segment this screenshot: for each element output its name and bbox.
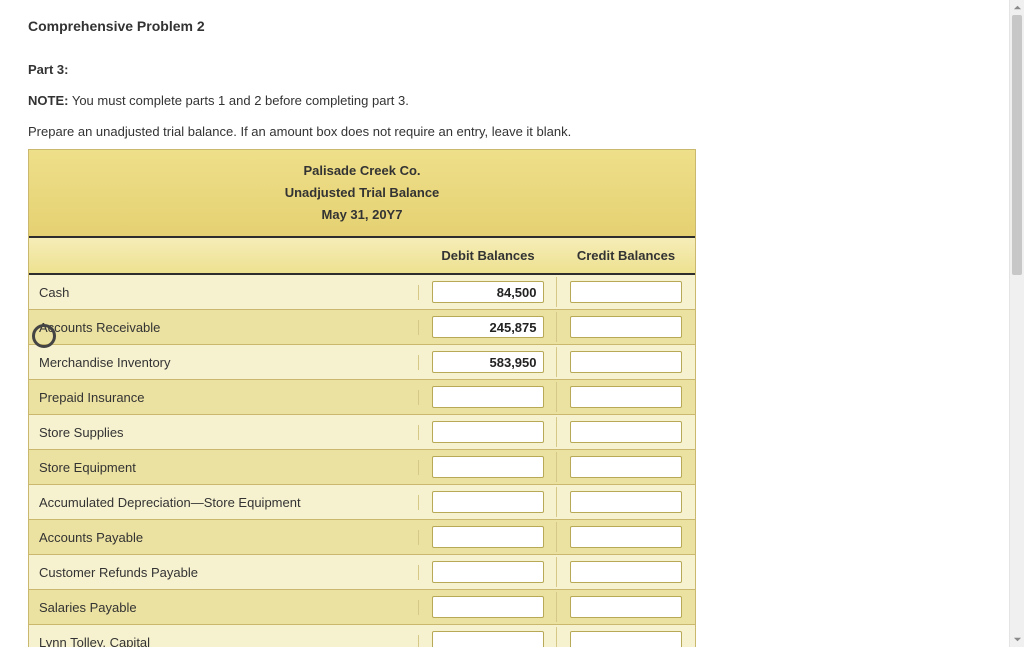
- debit-cell: [419, 417, 557, 447]
- table-row: Customer Refunds Payable: [29, 555, 695, 590]
- table-row: Store Equipment: [29, 450, 695, 485]
- account-column-spacer: [29, 238, 419, 273]
- company-name: Palisade Creek Co.: [29, 160, 695, 182]
- debit-cell: [419, 522, 557, 552]
- credit-input[interactable]: [570, 596, 682, 618]
- scroll-up-icon[interactable]: [1010, 0, 1024, 15]
- credit-cell: [557, 277, 695, 307]
- debit-input[interactable]: [432, 421, 544, 443]
- note-prefix: NOTE:: [28, 93, 68, 108]
- credit-input[interactable]: [570, 631, 682, 647]
- table-row: Accounts Receivable: [29, 310, 695, 345]
- debit-cell: [419, 277, 557, 307]
- account-label: Accumulated Depreciation—Store Equipment: [29, 495, 419, 510]
- debit-input[interactable]: [432, 526, 544, 548]
- debit-cell: [419, 627, 557, 647]
- account-label: Merchandise Inventory: [29, 355, 419, 370]
- page-title: Comprehensive Problem 2: [28, 18, 989, 34]
- credit-cell: [557, 382, 695, 412]
- table-row: Merchandise Inventory: [29, 345, 695, 380]
- credit-cell: [557, 522, 695, 552]
- vertical-scrollbar[interactable]: [1009, 0, 1024, 647]
- credit-column-header: Credit Balances: [557, 238, 695, 273]
- account-label: Accounts Payable: [29, 530, 419, 545]
- debit-cell: [419, 592, 557, 622]
- debit-input[interactable]: [432, 281, 544, 303]
- table-row: Prepaid Insurance: [29, 380, 695, 415]
- debit-cell: [419, 452, 557, 482]
- credit-input[interactable]: [570, 491, 682, 513]
- credit-cell: [557, 347, 695, 377]
- table-row: Lynn Tolley, Capital: [29, 625, 695, 647]
- account-label: Customer Refunds Payable: [29, 565, 419, 580]
- table-row: Cash: [29, 275, 695, 310]
- account-label: Store Equipment: [29, 460, 419, 475]
- debit-cell: [419, 487, 557, 517]
- debit-column-header: Debit Balances: [419, 238, 557, 273]
- table-row: Accounts Payable: [29, 520, 695, 555]
- debit-input[interactable]: [432, 456, 544, 478]
- credit-input[interactable]: [570, 316, 682, 338]
- report-date: May 31, 20Y7: [29, 204, 695, 226]
- table-header: Palisade Creek Co. Unadjusted Trial Bala…: [29, 150, 695, 238]
- debit-input[interactable]: [432, 561, 544, 583]
- credit-input[interactable]: [570, 421, 682, 443]
- account-label: Cash: [29, 285, 419, 300]
- account-label: Store Supplies: [29, 425, 419, 440]
- account-label: Lynn Tolley, Capital: [29, 635, 419, 647]
- instructions: Prepare an unadjusted trial balance. If …: [28, 124, 989, 139]
- rows-container: Cash Accounts Receivable Merchandise Inven…: [29, 275, 695, 647]
- table-row: Store Supplies: [29, 415, 695, 450]
- credit-cell: [557, 487, 695, 517]
- credit-cell: [557, 557, 695, 587]
- credit-input[interactable]: [570, 526, 682, 548]
- trial-balance-table: Palisade Creek Co. Unadjusted Trial Bala…: [28, 149, 696, 647]
- report-name: Unadjusted Trial Balance: [29, 182, 695, 204]
- account-label: Salaries Payable: [29, 600, 419, 615]
- part-label: Part 3:: [28, 62, 989, 77]
- note-text: You must complete parts 1 and 2 before c…: [72, 93, 409, 108]
- debit-cell: [419, 312, 557, 342]
- account-label: Accounts Receivable: [29, 320, 419, 335]
- credit-input[interactable]: [570, 281, 682, 303]
- credit-cell: [557, 312, 695, 342]
- debit-cell: [419, 382, 557, 412]
- credit-cell: [557, 627, 695, 647]
- credit-input[interactable]: [570, 561, 682, 583]
- scrollbar-thumb[interactable]: [1012, 15, 1022, 275]
- debit-input[interactable]: [432, 491, 544, 513]
- note-line: NOTE: You must complete parts 1 and 2 be…: [28, 93, 989, 108]
- credit-cell: [557, 452, 695, 482]
- scroll-down-icon[interactable]: [1010, 632, 1024, 647]
- content-viewport[interactable]: Comprehensive Problem 2 Part 3: NOTE: Yo…: [0, 0, 1009, 647]
- debit-input[interactable]: [432, 386, 544, 408]
- debit-input[interactable]: [432, 596, 544, 618]
- table-row: Salaries Payable: [29, 590, 695, 625]
- column-headers: Debit Balances Credit Balances: [29, 238, 695, 275]
- credit-input[interactable]: [570, 456, 682, 478]
- debit-input[interactable]: [432, 631, 544, 647]
- scrollbar-track: [1012, 15, 1022, 632]
- credit-input[interactable]: [570, 386, 682, 408]
- row-marker-icon: [32, 324, 56, 348]
- table-row: Accumulated Depreciation—Store Equipment: [29, 485, 695, 520]
- credit-input[interactable]: [570, 351, 682, 373]
- account-label: Prepaid Insurance: [29, 390, 419, 405]
- debit-input[interactable]: [432, 316, 544, 338]
- credit-cell: [557, 592, 695, 622]
- debit-input[interactable]: [432, 351, 544, 373]
- debit-cell: [419, 557, 557, 587]
- credit-cell: [557, 417, 695, 447]
- debit-cell: [419, 347, 557, 377]
